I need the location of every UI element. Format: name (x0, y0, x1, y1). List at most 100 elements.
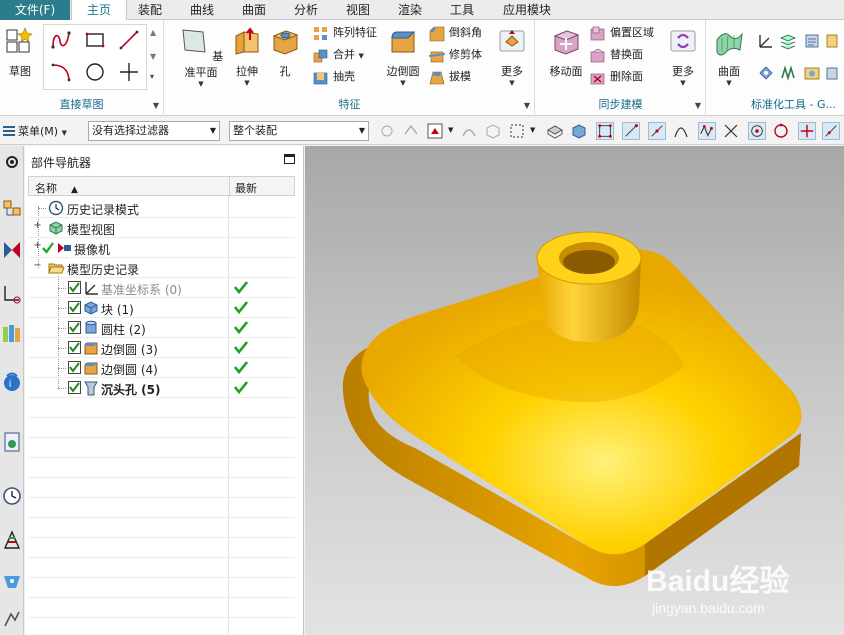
tab-view[interactable]: 视图 (336, 0, 380, 20)
tree-row-edge-blend-3[interactable]: 边倒圆 (3) (28, 338, 295, 358)
constraint-navigator-icon[interactable] (1, 238, 23, 262)
visibility-checkbox[interactable] (68, 281, 81, 294)
snap-endpoint-icon[interactable] (596, 122, 614, 140)
visibility-checkbox[interactable] (68, 321, 81, 334)
snap-control-point-icon[interactable] (698, 122, 716, 140)
extrude-button[interactable]: 拉伸 ▼ (229, 26, 265, 87)
gear-tool-icon[interactable] (803, 32, 821, 50)
pattern-feature-button[interactable]: 阵列特征 (313, 24, 377, 44)
sync-more-button[interactable]: 更多 ▼ (666, 26, 700, 87)
tree-row-cylinder[interactable]: 圆柱 (2) (28, 318, 295, 338)
visibility-checkbox[interactable] (68, 361, 81, 374)
datum-csys-icon[interactable] (757, 32, 775, 50)
chamfer-button[interactable]: 倒斜角 (429, 24, 482, 44)
sync-modeling-group-menu-icon[interactable]: ▼ (695, 101, 701, 110)
tab-surface[interactable]: 曲面 (232, 0, 276, 20)
tree-row-model-history[interactable]: − 模型历史记录 (28, 258, 295, 278)
offset-region-button[interactable]: 偏置区域 (590, 24, 654, 44)
replace-face-button[interactable]: 替换面 (590, 46, 643, 66)
feature-more-button[interactable]: 更多 ▼ (495, 26, 529, 87)
snap-existing-point-icon[interactable] (798, 122, 816, 140)
move-face-button[interactable]: 移动面 (544, 26, 588, 79)
rectangle-select-icon[interactable] (508, 122, 526, 140)
system-materials-icon[interactable] (1, 570, 23, 594)
part-navigator-icon[interactable] (1, 282, 23, 306)
tab-application[interactable]: 应用模块 (492, 0, 562, 20)
selection-scope-select[interactable]: 整个装配 ▼ (229, 121, 369, 141)
tree-row-model-views[interactable]: + 模型视图 (28, 218, 295, 238)
unite-button[interactable]: 合并 ▼ (313, 46, 364, 66)
history-icon[interactable] (1, 430, 23, 454)
rectangle-icon[interactable] (84, 29, 106, 51)
web-browser-icon[interactable]: i (1, 370, 23, 394)
tab-render[interactable]: 渲染 (388, 0, 432, 20)
snap-curve-icon[interactable] (672, 122, 690, 140)
draft-button[interactable]: 拔模 (429, 68, 471, 88)
shade-icon[interactable] (570, 122, 588, 140)
line-icon[interactable] (118, 29, 140, 51)
collapse-minus-icon[interactable]: − (33, 261, 42, 271)
process-studio-icon[interactable] (1, 608, 23, 632)
tree-row-history-mode[interactable]: 历史记录模式 (28, 198, 295, 218)
type-filter-select[interactable]: 没有选择过滤器 ▼ (88, 121, 220, 141)
direct-sketch-group-menu-icon[interactable]: ▼ (153, 101, 159, 110)
spring-icon[interactable] (779, 64, 797, 82)
select-curve-icon[interactable] (460, 122, 478, 140)
file-menu-tab[interactable]: 文件(F) (0, 0, 70, 20)
expand-plus-icon[interactable]: + (33, 241, 42, 251)
edge-blend-button[interactable]: 边倒圆 ▼ (383, 26, 423, 87)
studio-spline-icon[interactable] (50, 29, 72, 51)
snap-line-icon[interactable] (648, 122, 666, 140)
menu-button[interactable]: 菜单(M) ▼ (18, 123, 67, 139)
expand-plus-icon[interactable]: + (33, 221, 42, 231)
select-feature-icon[interactable] (402, 122, 420, 140)
circle-icon[interactable] (84, 61, 106, 83)
tab-home[interactable]: 主页 (71, 0, 127, 21)
tab-analysis[interactable]: 分析 (284, 0, 328, 20)
trim-body-button[interactable]: 修剪体 (429, 46, 482, 66)
standard-part-icon[interactable] (825, 32, 839, 50)
layer-tool-icon[interactable] (779, 32, 797, 50)
tree-row-edge-blend-4[interactable]: 边倒圆 (4) (28, 358, 295, 378)
tree-row-cameras[interactable]: + 摄像机 (28, 238, 295, 258)
snap-point-icon[interactable] (378, 122, 396, 140)
bearing-icon[interactable] (803, 64, 821, 82)
delete-face-button[interactable]: 删除面 (590, 68, 643, 88)
tree-row-counterbore-hole[interactable]: 沉头孔 (5) (28, 378, 295, 398)
assembly-navigator-icon[interactable] (1, 198, 23, 222)
name-column-header[interactable]: 名称 ▲ (35, 180, 78, 196)
select-box-icon[interactable] (426, 122, 444, 140)
point-icon[interactable] (118, 61, 140, 83)
visibility-checkbox[interactable] (68, 301, 81, 314)
gear-generator-icon[interactable] (825, 64, 839, 82)
sketch-scroll-up-icon[interactable]: ▲ (150, 28, 156, 37)
snap-center-icon[interactable] (748, 122, 766, 140)
hole-button[interactable]: 孔 (269, 26, 301, 79)
datum-plane-button[interactable]: 基准平面 ▼ (175, 26, 227, 88)
snap-intersection-icon[interactable] (722, 122, 740, 140)
arc-icon[interactable] (50, 61, 72, 83)
tree-row-datum-csys[interactable]: 基准坐标系 (0) (28, 278, 295, 298)
tab-assembly[interactable]: 装配 (128, 0, 172, 20)
shell-button[interactable]: 抽壳 (313, 68, 355, 88)
roles-icon[interactable] (1, 528, 23, 552)
surface-button[interactable]: 曲面 ▼ (711, 26, 747, 87)
feature-group-menu-icon[interactable]: ▼ (524, 101, 530, 110)
settings-gear-icon[interactable] (1, 150, 23, 174)
visibility-checkbox[interactable] (68, 381, 81, 394)
fastener-icon[interactable] (757, 64, 775, 82)
sketch-gallery-expand-icon[interactable]: ▾ (150, 72, 154, 81)
sketch-scroll-down-icon[interactable]: ▼ (150, 52, 156, 61)
show-all-icon[interactable] (546, 122, 564, 140)
latest-column-header[interactable]: 最新 (235, 180, 257, 196)
reuse-library-icon[interactable] (1, 322, 23, 346)
snap-on-curve-icon[interactable] (822, 122, 840, 140)
select-body-icon[interactable] (484, 122, 502, 140)
visibility-checkbox[interactable] (68, 341, 81, 354)
tree-row-block[interactable]: 块 (1) (28, 298, 295, 318)
select-box-dropdown-icon[interactable]: ▼ (448, 126, 453, 134)
snap-quadrant-icon[interactable] (772, 122, 790, 140)
sketch-button[interactable]: 草图 (2, 26, 38, 79)
maximize-icon[interactable] (284, 154, 295, 164)
clock-icon[interactable] (1, 484, 23, 508)
